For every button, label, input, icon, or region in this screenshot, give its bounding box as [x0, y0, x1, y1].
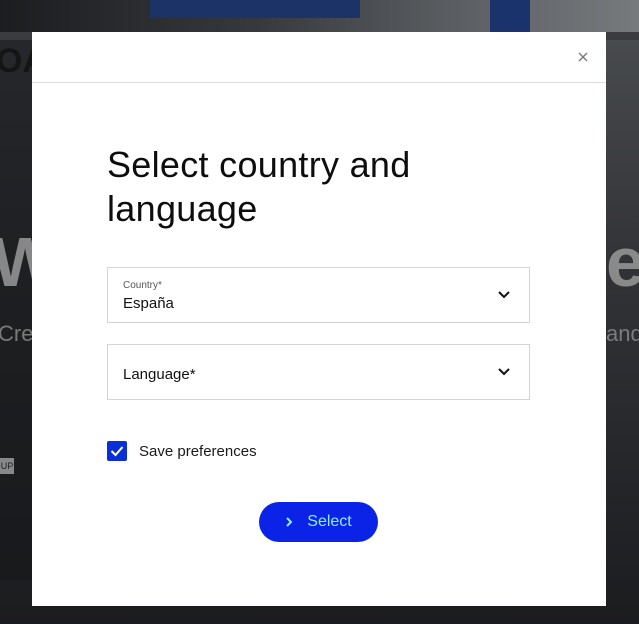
country-value: España — [123, 295, 174, 312]
country-label: Country* — [123, 280, 162, 291]
close-button[interactable] — [574, 48, 592, 66]
modal-title: Select country and language — [107, 144, 411, 229]
save-preferences-checkbox[interactable] — [107, 441, 127, 461]
select-button[interactable]: Select — [259, 502, 378, 542]
save-preferences-label: Save preferences — [139, 442, 257, 460]
chevron-right-icon — [286, 517, 293, 527]
select-button-label: Select — [307, 513, 352, 530]
modal-body: Select country and language — [32, 83, 606, 231]
country-select[interactable]: Country* España — [107, 267, 530, 323]
language-placeholder: Language* — [123, 366, 196, 383]
chevron-down-icon — [498, 368, 510, 376]
save-preferences-row[interactable]: Save preferences — [107, 441, 257, 461]
modal-header — [32, 32, 606, 83]
country-language-modal: Select country and language Country* Esp… — [32, 32, 606, 606]
close-icon — [578, 52, 588, 62]
chevron-down-icon — [498, 291, 510, 299]
checkmark-icon — [110, 446, 124, 457]
language-select[interactable]: Language* — [107, 344, 530, 400]
